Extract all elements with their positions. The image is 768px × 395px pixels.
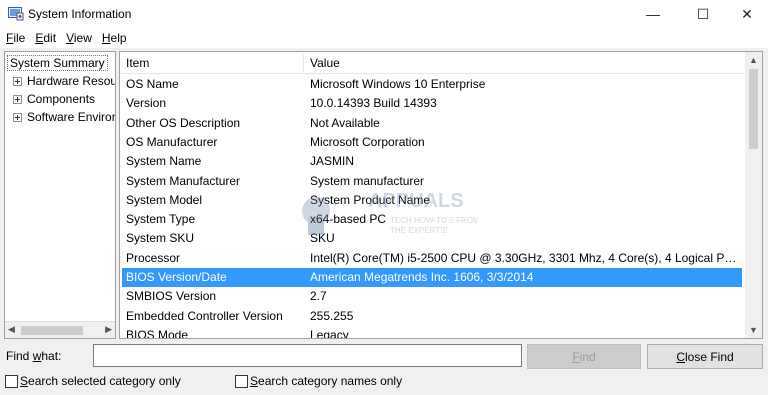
window-title: System Information — [28, 7, 132, 21]
scrollbar-thumb[interactable] — [749, 69, 758, 149]
table-row[interactable]: Version 10.0.14393 Build 14393 — [122, 94, 742, 113]
row-value-cell: Intel(R) Core(TM) i5-2500 CPU @ 3.30GHz,… — [310, 250, 738, 265]
row-item-cell: Processor — [126, 250, 181, 265]
table-row[interactable]: OS Manufacturer Microsoft Corporation — [122, 133, 742, 152]
table-row[interactable]: System Model System Product Name — [122, 191, 742, 210]
table-row[interactable]: System Manufacturer System manufacturer — [122, 172, 742, 191]
row-value-cell: 2.7 — [310, 289, 327, 304]
row-value-cell: 255.255 — [310, 308, 354, 323]
close-window-button[interactable]: ✕ — [724, 0, 768, 28]
row-item-cell: BIOS Mode — [126, 327, 189, 339]
category-tree[interactable]: System Summary Hardware Resou Components… — [4, 51, 116, 339]
scroll-right-icon[interactable]: ▶ — [105, 324, 112, 335]
column-header-item[interactable]: Item — [126, 56, 149, 70]
table-row[interactable]: OS Name Microsoft Windows 10 Enterprise — [122, 75, 742, 94]
row-item-cell: SMBIOS Version — [126, 289, 217, 304]
scroll-down-icon[interactable]: ▼ — [749, 325, 758, 335]
expand-icon[interactable] — [13, 95, 22, 104]
table-row[interactable]: System Type x64-based PC — [122, 210, 742, 229]
row-value-cell: x64-based PC — [310, 212, 387, 227]
column-header-value[interactable]: Value — [310, 56, 340, 70]
row-item-cell: System Name — [126, 154, 202, 169]
row-value-cell: Microsoft Corporation — [310, 134, 425, 149]
maximize-button[interactable]: ☐ — [680, 0, 726, 28]
search-selected-category-checkbox[interactable]: Search selected category only — [5, 374, 181, 388]
find-what-label: Find what: — [6, 349, 62, 363]
row-item-cell: OS Name — [126, 77, 179, 91]
row-value-cell: System manufacturer — [310, 173, 425, 188]
scrollbar-thumb[interactable] — [21, 326, 83, 335]
table-row[interactable]: SMBIOS Version 2.7 — [122, 287, 742, 306]
row-value-cell: JASMIN — [310, 154, 355, 169]
list-rows: OS Name Microsoft Windows 10 Enterprise Ve… — [120, 75, 746, 339]
row-item-cell: System SKU — [126, 231, 195, 246]
table-row[interactable]: BIOS Version/Date American Megatrends Inc… — [122, 268, 742, 287]
find-what-input[interactable] — [93, 344, 522, 367]
tree-item-components[interactable]: Components — [13, 91, 95, 107]
row-item-cell: Other OS Description — [126, 115, 241, 130]
row-item-cell: System Model — [126, 192, 203, 207]
close-icon: ✕ — [741, 5, 753, 22]
row-item-cell: Version — [126, 96, 167, 111]
checkbox-box[interactable] — [5, 374, 18, 388]
search-category-names-checkbox[interactable]: Search category names only — [235, 374, 402, 388]
table-row[interactable]: System SKU SKU — [122, 229, 742, 248]
row-value-cell: SKU — [310, 231, 335, 246]
table-row[interactable]: System Name JASMIN — [122, 152, 742, 171]
minimize-icon: — — [646, 6, 660, 22]
row-value-cell: American Megatrends Inc. 1606, 3/3/2014 — [310, 270, 534, 284]
menu-help[interactable]: Help — [96, 28, 131, 48]
list-header: Item Value — [120, 52, 746, 74]
checkbox-box[interactable] — [235, 374, 248, 388]
checkbox-label: Search category names only — [250, 374, 403, 388]
system-info-app-icon — [8, 7, 24, 21]
row-value-cell: Not Available — [310, 115, 380, 130]
expand-icon[interactable] — [13, 113, 22, 122]
row-item-cell: System Manufacturer — [126, 173, 241, 188]
tree-item-hardware-resources[interactable]: Hardware Resou — [13, 73, 115, 89]
minimize-button[interactable]: — — [630, 0, 676, 28]
row-value-cell: System Product Name — [310, 192, 431, 207]
table-row[interactable]: BIOS Mode Legacy — [122, 326, 742, 339]
row-item-cell: OS Manufacturer — [126, 134, 218, 149]
tree-item-system-summary[interactable]: System Summary — [7, 55, 108, 71]
close-find-button[interactable]: Close Find — [647, 344, 763, 369]
scroll-up-icon[interactable]: ▲ — [749, 55, 758, 65]
menu-file[interactable]: File — [0, 28, 29, 48]
details-list[interactable]: Item Value OS Name Microsoft Windows 10 E… — [119, 51, 763, 339]
tree-item-software-environment[interactable]: Software Enviror — [13, 109, 115, 125]
row-value-cell: Legacy — [310, 327, 349, 339]
column-divider[interactable] — [303, 54, 304, 72]
expand-icon[interactable] — [13, 77, 22, 86]
menu-bar: File Edit View Help — [0, 28, 768, 48]
find-button[interactable]: Find — [527, 344, 641, 369]
maximize-icon: ☐ — [696, 5, 710, 22]
menu-edit[interactable]: Edit — [29, 28, 60, 48]
table-row[interactable]: Embedded Controller Version 255.255 — [122, 307, 742, 326]
row-item-cell: BIOS Version/Date — [126, 270, 227, 284]
tree-horizontal-scrollbar[interactable]: ◀ ▶ — [5, 321, 115, 338]
list-vertical-scrollbar[interactable]: ▲ ▼ — [745, 52, 762, 338]
scroll-left-icon[interactable]: ◀ — [8, 324, 15, 335]
row-value-cell: Microsoft Windows 10 Enterprise — [310, 77, 486, 91]
row-item-cell: System Type — [126, 212, 196, 227]
menu-view[interactable]: View — [60, 28, 96, 48]
table-row[interactable]: Other OS Description Not Available — [122, 114, 742, 133]
title-bar: System Information — ☐ ✕ — [0, 0, 768, 28]
row-item-cell: Embedded Controller Version — [126, 308, 283, 323]
row-value-cell: 10.0.14393 Build 14393 — [310, 96, 437, 111]
checkbox-label: Search selected category only — [20, 374, 181, 388]
table-row[interactable]: Processor Intel(R) Core(TM) i5-2500 CPU @… — [122, 249, 742, 268]
